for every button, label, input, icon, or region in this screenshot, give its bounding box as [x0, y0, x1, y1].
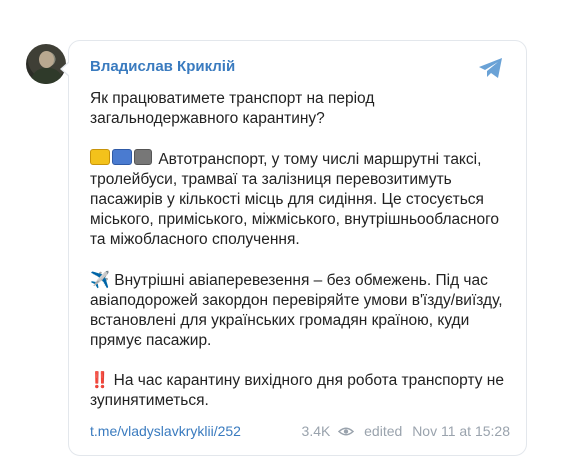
post-paragraph-1: Як працюватимете транспорт на період заг…	[90, 90, 375, 127]
double-exclamation-icon: ‼️	[90, 372, 110, 389]
post-paragraph-4: ‼️ На час карантину вихідного дня робота…	[90, 371, 515, 411]
post-paragraph-2: Автотранспорт, у тому числі маршрутні та…	[90, 149, 515, 250]
post-paragraph-3-text: Внутрішні авіаперевезення – без обмежень…	[90, 272, 503, 349]
view-count: 3.4K	[301, 423, 331, 439]
post-timestamp: Nov 11 at 15:28	[412, 423, 510, 439]
post-paragraph-3: ✈️ Внутрішні авіаперевезення – без обмеж…	[90, 270, 515, 351]
post-footer: t.me/vladyslavkryklii/252 3.4K edited No…	[90, 423, 510, 443]
avatar-shoulders	[31, 68, 63, 84]
plane-emoji-icon: ✈️	[90, 270, 110, 289]
post-link[interactable]: t.me/vladyslavkryklii/252	[90, 423, 241, 439]
avatar-head	[39, 51, 54, 68]
edited-label: edited	[364, 423, 403, 439]
eye-icon	[338, 427, 355, 436]
telegram-plane-icon	[479, 58, 502, 78]
telegram-post-card: Владислав Криклій Як працюватимете транс…	[60, 40, 527, 456]
bus-icons	[90, 149, 154, 168]
post-meta: 3.4K edited Nov 11 at 15:28	[296, 423, 510, 439]
post-paragraph-4-text: На час карантину вихідного дня робота тр…	[90, 372, 504, 409]
post-text: Як працюватимете транспорт на період заг…	[90, 89, 515, 431]
author-name[interactable]: Владислав Криклій	[90, 58, 235, 75]
